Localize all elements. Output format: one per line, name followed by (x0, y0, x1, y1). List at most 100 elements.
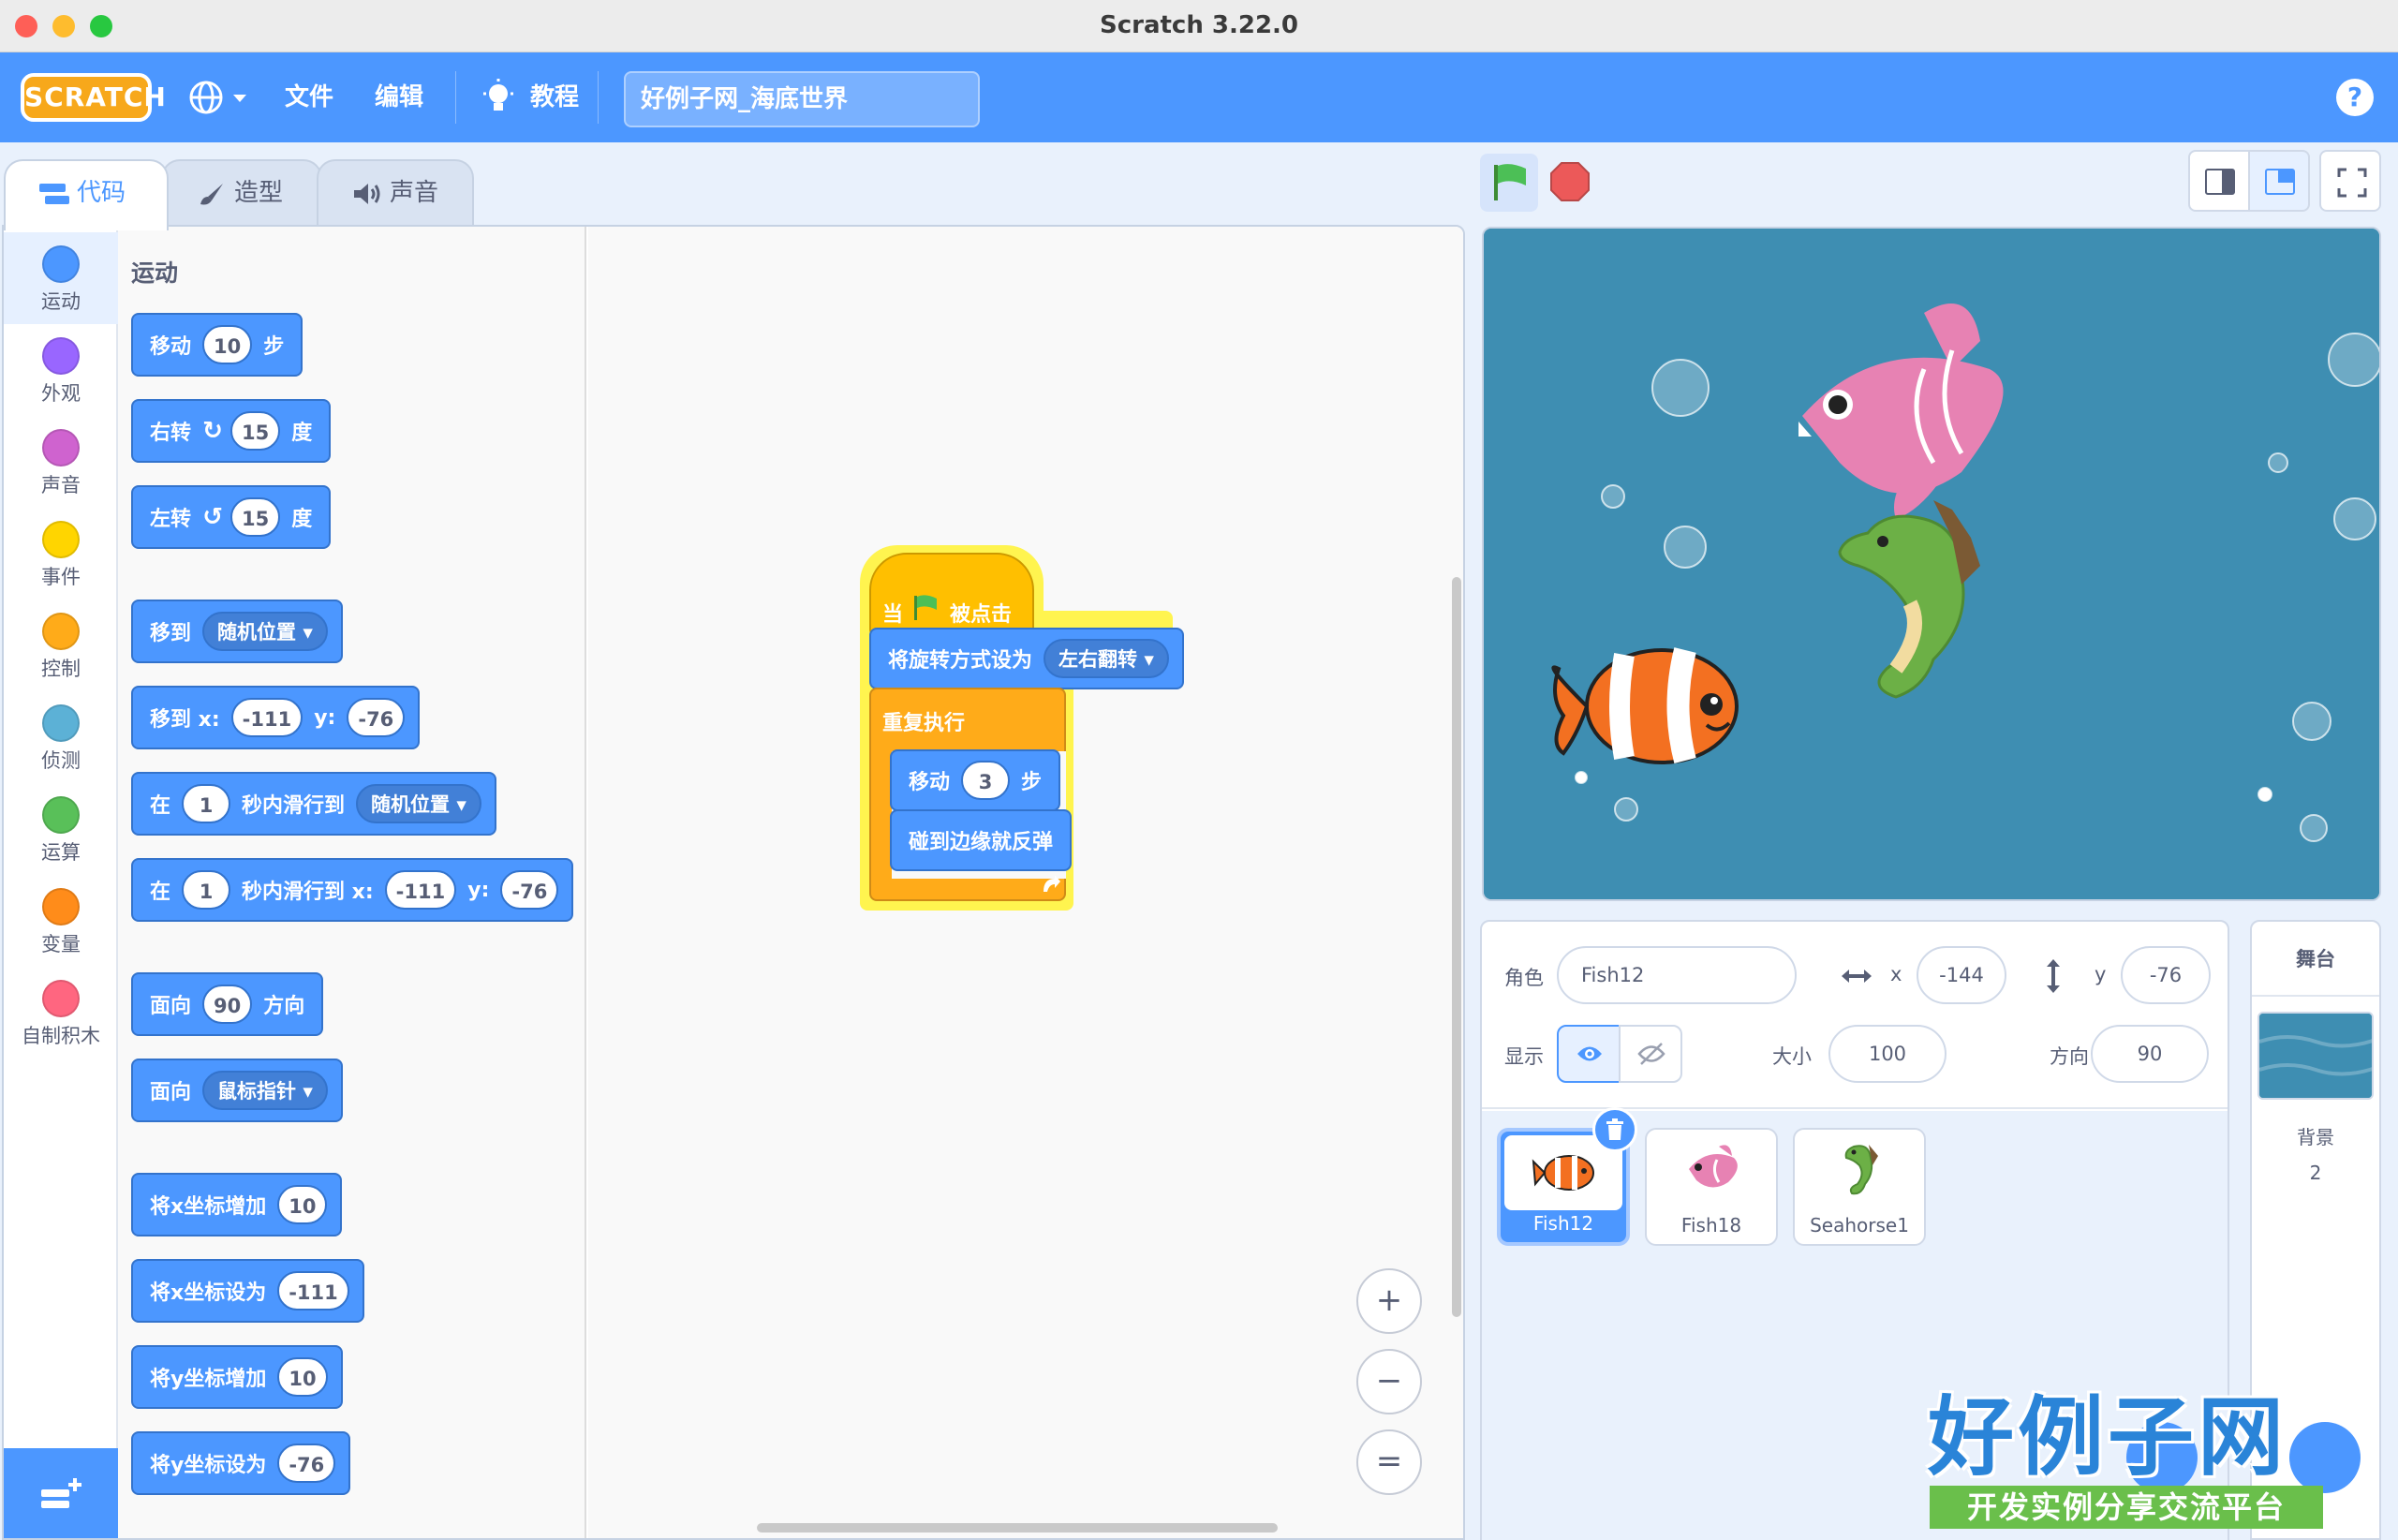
block-input[interactable]: -76 (500, 870, 559, 910)
block-set-y[interactable]: 将y坐标设为 -76 (131, 1431, 351, 1495)
block-dropdown[interactable]: 鼠标指针 (202, 1071, 328, 1110)
workspace-vertical-scrollbar[interactable] (1452, 577, 1461, 1317)
category-operators[interactable]: 运算 (4, 783, 118, 875)
block-input[interactable]: 90 (202, 985, 253, 1024)
category-looks[interactable]: 外观 (4, 324, 118, 416)
block-input[interactable]: 1 (182, 784, 231, 823)
block-turn-right[interactable]: 右转 ↻ 15 度 (131, 399, 332, 463)
sound-dot-icon (42, 429, 80, 466)
rotate-counterclockwise-icon: ↺ (202, 503, 223, 531)
block-input[interactable]: -111 (230, 698, 303, 737)
zoom-reset-button[interactable]: = (1356, 1429, 1422, 1495)
workspace-horizontal-scrollbar[interactable] (757, 1523, 1278, 1533)
block-text: 碰到边缘就反弹 (909, 831, 1054, 854)
fullscreen-button[interactable] (2319, 150, 2381, 212)
block-input[interactable]: -76 (277, 1444, 336, 1483)
category-sound[interactable]: 声音 (4, 416, 118, 508)
file-menu[interactable]: 文件 (285, 52, 333, 142)
block-set-x[interactable]: 将x坐标设为 -111 (131, 1259, 364, 1323)
block-input[interactable]: 15 (230, 411, 281, 451)
block-text: 秒内滑行到 x: (242, 881, 374, 904)
green-flag-button[interactable] (1480, 154, 1538, 212)
block-point-towards[interactable]: 面向 鼠标指针 (131, 1059, 343, 1122)
extension-icon (41, 1478, 81, 1508)
block-input[interactable]: -76 (347, 698, 406, 737)
stop-icon[interactable] (1549, 161, 1591, 202)
language-globe-icon[interactable] (187, 79, 225, 116)
block-goto[interactable]: 移到 随机位置 (131, 600, 343, 663)
block-dropdown[interactable]: 随机位置 (202, 612, 328, 651)
looks-dot-icon (42, 337, 80, 375)
block-dropdown[interactable]: 左右翻转 (1044, 639, 1169, 678)
stage-canvas[interactable] (1482, 227, 2381, 901)
block-input[interactable]: 10 (277, 1357, 328, 1397)
block-move-steps[interactable]: 移动 10 步 (131, 313, 303, 377)
block-when-flag-clicked[interactable]: 当 被点击 (869, 553, 1034, 637)
block-input[interactable]: 10 (202, 325, 253, 364)
delete-sprite-button[interactable] (1592, 1107, 1637, 1152)
block-set-rotation-style[interactable]: 将旋转方式设为 左右翻转 (869, 628, 1184, 689)
x-position-input[interactable]: -144 (1917, 946, 2006, 1004)
hide-sprite-button[interactable] (1619, 1025, 1682, 1083)
block-input[interactable]: 3 (961, 761, 1011, 800)
add-extension-button[interactable] (4, 1448, 118, 1538)
add-backdrop-button[interactable] (2289, 1422, 2361, 1493)
size-input[interactable]: 100 (1828, 1025, 1947, 1083)
green-flag-icon (914, 595, 937, 620)
category-events[interactable]: 事件 (4, 508, 118, 600)
category-label: 控制 (41, 658, 81, 680)
block-input[interactable]: -111 (277, 1271, 349, 1310)
category-my-blocks[interactable]: 自制积木 (4, 967, 118, 1059)
block-turn-left[interactable]: 左转 ↺ 15 度 (131, 485, 332, 549)
show-sprite-button[interactable] (1557, 1025, 1621, 1083)
y-position-input[interactable]: -76 (2121, 946, 2211, 1004)
small-stage-button[interactable] (2188, 150, 2250, 212)
block-text: 面向 (150, 995, 192, 1018)
block-point-direction[interactable]: 面向 90 方向 (131, 972, 324, 1036)
tab-code-label: 代码 (77, 179, 126, 207)
zoom-out-button[interactable]: − (1356, 1349, 1422, 1414)
backdrop-label: 背景 (2297, 1126, 2334, 1148)
script-workspace[interactable]: 当 被点击 将旋转方式设为左右翻转 重复执行 移动 3步 碰到边缘就反弹 (588, 227, 1463, 1538)
sprite-thumb-seahorse1[interactable]: Seahorse1 (1793, 1128, 1926, 1246)
category-motion[interactable]: 运动 (4, 232, 118, 324)
direction-input[interactable]: 90 (2091, 1025, 2209, 1083)
category-label: 事件 (41, 566, 81, 588)
seahorse-thumbnail (1844, 1145, 1878, 1195)
lightbulb-icon[interactable] (481, 79, 515, 116)
block-input[interactable]: 15 (230, 497, 281, 537)
block-text: 步 (1021, 771, 1043, 794)
horizontal-arrows-icon (1842, 970, 1872, 983)
sprite-thumb-fish18[interactable]: Fish18 (1645, 1128, 1778, 1246)
block-input[interactable]: 10 (277, 1185, 328, 1224)
normal-stage-button[interactable] (2248, 150, 2310, 212)
help-button[interactable]: ? (2336, 79, 2374, 116)
tab-code[interactable]: 代码 (4, 159, 169, 230)
block-input[interactable]: -111 (384, 870, 457, 910)
project-title-input[interactable]: 好例子网_海底世界 (624, 71, 980, 127)
zoom-in-button[interactable]: + (1356, 1268, 1422, 1334)
block-input[interactable]: 1 (182, 870, 231, 910)
block-move-steps-script[interactable]: 移动 3 步 (890, 749, 1061, 811)
underwater-backdrop-icon (2259, 1014, 2372, 1098)
block-change-x[interactable]: 将x坐标增加 10 (131, 1173, 343, 1236)
block-glide-xy[interactable]: 在 1 秒内滑行到 x: -111 y: -76 (131, 858, 574, 922)
block-change-y[interactable]: 将y坐标增加 10 (131, 1345, 343, 1409)
category-variables[interactable]: 变量 (4, 875, 118, 967)
tab-costumes[interactable]: 造型 (161, 159, 322, 227)
sprite-thumb-name: Fish12 (1532, 1212, 1594, 1235)
green-flag-icon (1494, 164, 1526, 200)
category-control[interactable]: 控制 (4, 600, 118, 691)
scratch-logo[interactable]: SCRATCH (21, 73, 166, 122)
tutorials-menu[interactable]: 教程 (530, 52, 579, 142)
category-sensing[interactable]: 侦测 (4, 691, 118, 783)
tab-sounds[interactable]: 声音 (317, 159, 474, 227)
sprite-name-input[interactable]: Fish12 (1557, 946, 1797, 1004)
block-bounce-on-edge[interactable]: 碰到边缘就反弹 (890, 809, 1073, 871)
sprite-properties: 角色 Fish12 x -144 y -76 显示 大小 100 方向 90 (1482, 922, 2228, 1109)
size-label: 大小 (1772, 1045, 1812, 1068)
block-glide[interactable]: 在 1 秒内滑行到 随机位置 (131, 772, 496, 836)
block-goto-xy[interactable]: 移到 x: -111 y: -76 (131, 686, 421, 749)
block-dropdown[interactable]: 随机位置 (356, 784, 481, 823)
edit-menu[interactable]: 编辑 (375, 52, 423, 142)
